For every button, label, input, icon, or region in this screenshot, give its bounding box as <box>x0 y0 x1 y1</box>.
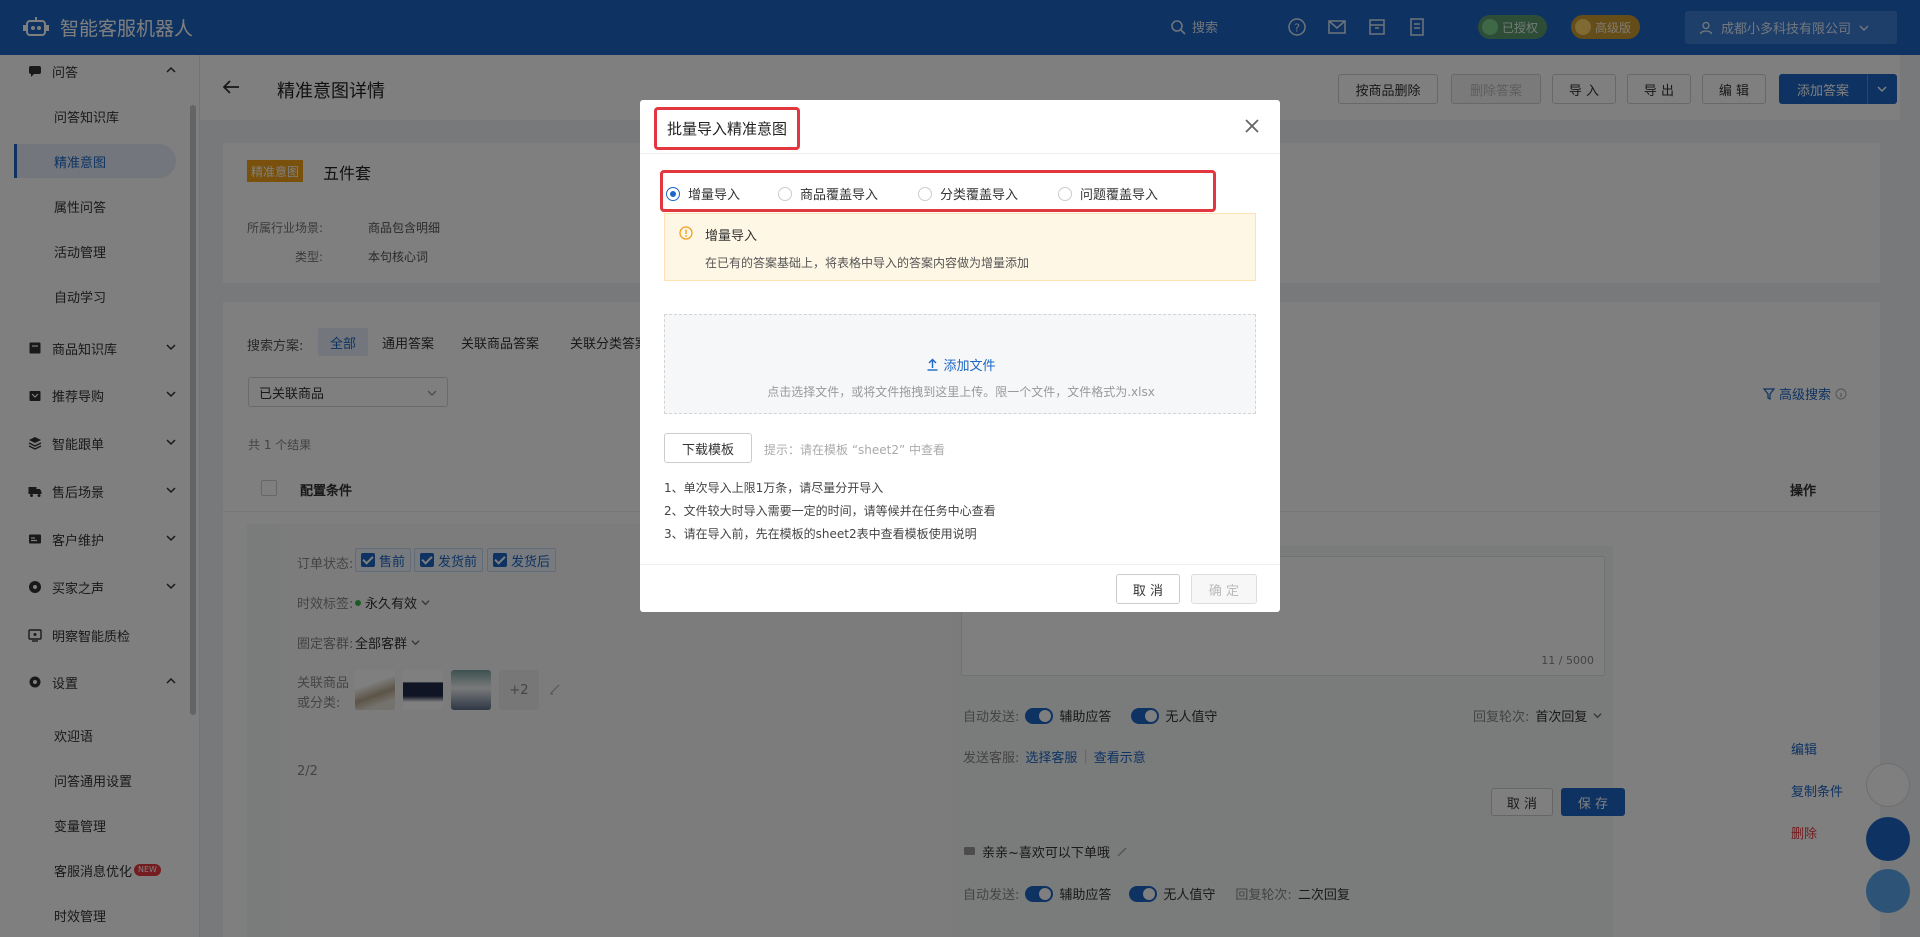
add-file-label: 添加文件 <box>943 359 996 374</box>
radio-product-overwrite[interactable]: 商品覆盖导入 <box>778 184 878 203</box>
dialog-header: 批量导入精准意图 <box>640 100 1280 154</box>
radio-label: 增量导入 <box>688 188 741 203</box>
dialog-title: 批量导入精准意图 <box>654 107 801 150</box>
radio-circle <box>778 186 792 201</box>
download-template-button[interactable]: 下载模板 <box>664 433 752 463</box>
radio-circle <box>1058 186 1072 201</box>
upload-hint: 点击选择文件，或将文件拖拽到这里上传。限一个文件，文件格式为.xlsx <box>767 385 1155 399</box>
upload-icon <box>927 358 938 371</box>
add-file-link[interactable]: 添加文件 <box>665 355 1257 374</box>
radio-incremental[interactable]: 增量导入 <box>666 184 740 203</box>
batch-import-dialog: 批量导入精准意图 增量导入 商品覆盖导入 分类覆盖导入 问题覆盖导入 增量导入 … <box>640 100 1280 612</box>
alert-title: 增量导入 <box>705 229 758 244</box>
alert-description: 在已有的答案基础上，将表格中导入的答案内容做为增量添加 <box>705 256 1030 270</box>
note-3: 3、请在导入前，先在模板的sheet2表中查看模板使用说明 <box>664 527 977 541</box>
warning-info-icon <box>679 226 693 240</box>
close-icon[interactable] <box>1244 118 1260 134</box>
note-1: 1、单次导入上限1万条，请尽量分开导入 <box>664 481 884 495</box>
radio-circle <box>918 186 932 201</box>
note-2: 2、文件较大时导入需要一定的时间，请等候并在任务中心查看 <box>664 504 996 518</box>
template-tip: 提示：请在模板 “sheet2” 中查看 <box>764 443 946 457</box>
radio-label: 问题覆盖导入 <box>1080 188 1159 203</box>
radio-circle <box>666 186 680 201</box>
dialog-cancel-button[interactable]: 取 消 <box>1116 574 1180 604</box>
import-mode-radio-group: 增量导入 商品覆盖导入 分类覆盖导入 问题覆盖导入 <box>660 170 1216 212</box>
import-mode-alert: 增量导入 在已有的答案基础上，将表格中导入的答案内容做为增量添加 <box>664 213 1256 281</box>
radio-category-overwrite[interactable]: 分类覆盖导入 <box>918 184 1018 203</box>
dialog-footer: 取 消 确 定 <box>640 564 1280 612</box>
dialog-confirm-button[interactable]: 确 定 <box>1191 574 1257 604</box>
radio-question-overwrite[interactable]: 问题覆盖导入 <box>1058 184 1158 203</box>
radio-label: 分类覆盖导入 <box>940 188 1019 203</box>
radio-label: 商品覆盖导入 <box>800 188 879 203</box>
file-upload-dropzone[interactable]: 添加文件 点击选择文件，或将文件拖拽到这里上传。限一个文件，文件格式为.xlsx <box>664 314 1256 414</box>
